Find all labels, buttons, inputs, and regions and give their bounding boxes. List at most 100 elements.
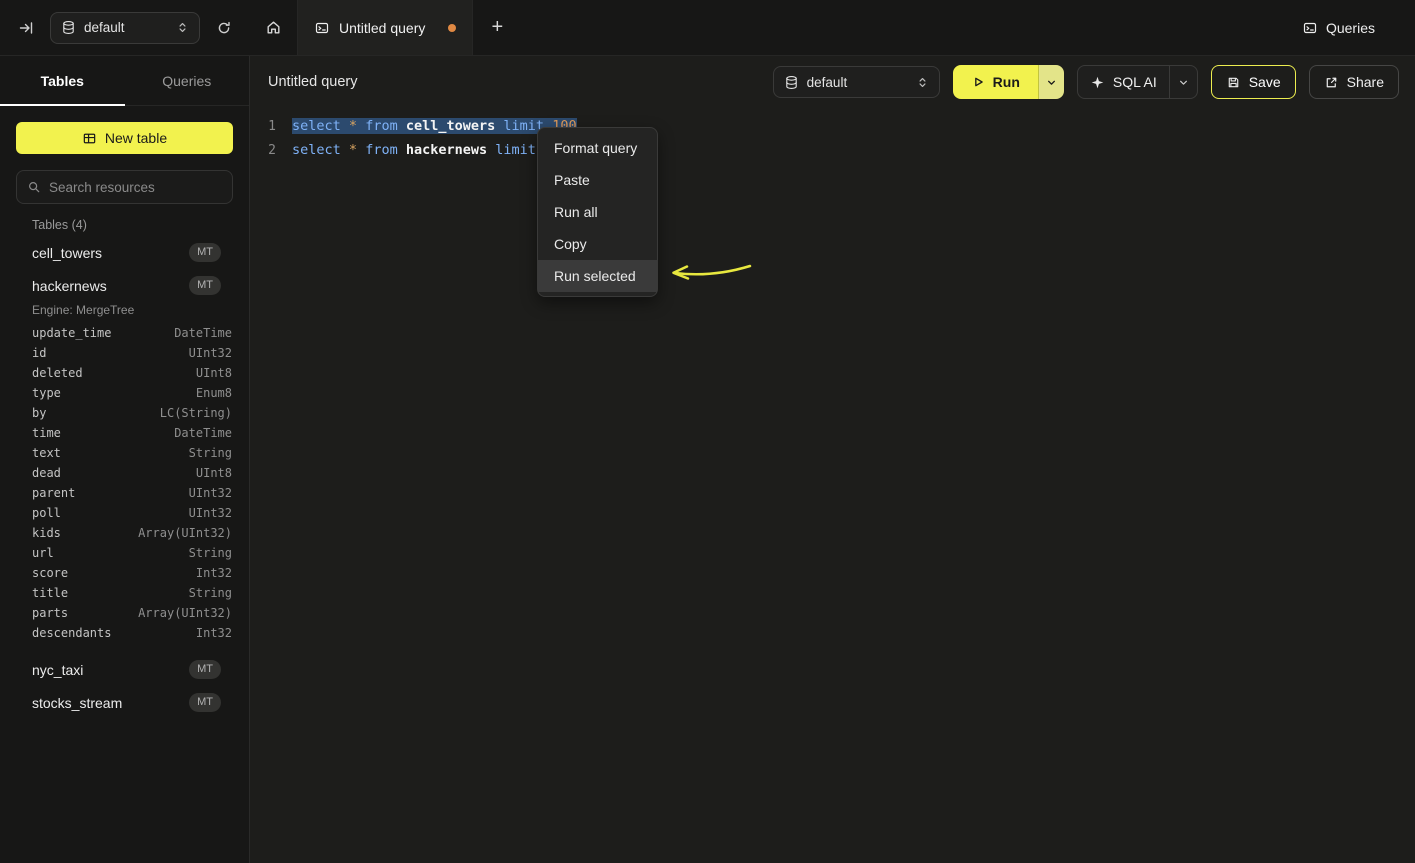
code-text: select * from hackernews limit (292, 142, 536, 158)
context-menu-item[interactable]: Paste (538, 164, 657, 196)
table-name: cell_towers (32, 245, 102, 261)
column-name: score (32, 566, 68, 580)
database-selector[interactable]: default (50, 12, 200, 44)
chevron-updown-icon (916, 76, 929, 89)
run-button[interactable]: Run (953, 65, 1038, 99)
top-bar: default Untitled query (0, 0, 1415, 56)
tab-strip: Untitled query + (250, 0, 521, 55)
column-name: kids (32, 526, 61, 540)
column-row[interactable]: dead UInt8 (32, 463, 232, 483)
search-box (16, 170, 233, 204)
table-grid-icon (82, 131, 97, 146)
query-tab-label: Untitled query (339, 20, 425, 36)
sidebar-collapse-icon (18, 20, 34, 36)
editor-line[interactable]: 1select * from cell_towers limit 100 (254, 114, 1415, 138)
column-row[interactable]: kidsArray(UInt32) (32, 523, 232, 543)
page-title: Untitled query (268, 74, 357, 90)
editor-line[interactable]: 2 select * from hackernews limit (254, 138, 1415, 162)
editor-lines: 1select * from cell_towers limit 100 2 sel… (254, 114, 1415, 162)
context-menu-item[interactable]: Run selected (538, 260, 657, 292)
column-type: UInt32 (189, 506, 232, 520)
column-row[interactable]: textString (32, 443, 232, 463)
main-panel: Untitled query default Run (250, 56, 1415, 863)
table-row-stocks-stream[interactable]: stocks_stream MT (32, 686, 232, 719)
sql-ai-button[interactable]: SQL AI (1078, 66, 1169, 98)
queries-icon (1302, 20, 1318, 36)
column-name: url (32, 546, 54, 560)
query-tab-icon (314, 20, 330, 36)
home-tab[interactable] (250, 0, 297, 55)
column-row[interactable]: scoreInt32 (32, 563, 232, 583)
queries-button-label: Queries (1326, 20, 1375, 36)
column-type: Int32 (196, 626, 232, 640)
refresh-button[interactable] (210, 14, 238, 42)
line-number: 2 (254, 143, 276, 158)
queries-button[interactable]: Queries (1302, 20, 1375, 36)
run-options-button[interactable] (1038, 65, 1064, 99)
context-menu: Format queryPasteRun allCopyRun selected (537, 127, 658, 297)
context-menu-item[interactable]: Copy (538, 228, 657, 260)
context-menu-item[interactable]: Format query (538, 132, 657, 164)
play-icon (971, 75, 985, 89)
column-name: descendants (32, 626, 111, 640)
column-row[interactable]: poll UInt32 (32, 503, 232, 523)
sidebar-tab-queries[interactable]: Queries (125, 56, 250, 105)
table-row-nyc-taxi[interactable]: nyc_taxi MT (32, 653, 232, 686)
save-button[interactable]: Save (1211, 65, 1296, 99)
collapse-sidebar-button[interactable] (12, 14, 40, 42)
column-row[interactable]: titleString (32, 583, 232, 603)
ai-sparkle-icon (1090, 75, 1105, 90)
column-type: String (189, 446, 232, 460)
column-name: parent (32, 486, 75, 500)
engine-badge: MT (189, 660, 221, 679)
column-name: deleted (32, 366, 83, 380)
sidebar-tab-tables[interactable]: Tables (0, 56, 125, 105)
column-row[interactable]: urlString (32, 543, 232, 563)
column-row[interactable]: update_timeDateTime (32, 323, 232, 343)
sql-ai-options-button[interactable] (1169, 66, 1197, 98)
tables-list: Tables (4) cell_towers MT hackernews MT … (0, 204, 249, 719)
column-type: LC(String) (160, 406, 232, 420)
column-row[interactable]: typeEnum8 (32, 383, 232, 403)
column-name: by (32, 406, 46, 420)
database-selector-value: default (84, 20, 168, 35)
column-row[interactable]: deletedUInt8 (32, 363, 232, 383)
table-row-hackernews[interactable]: hackernews MT (32, 269, 232, 302)
query-tab[interactable]: Untitled query (297, 0, 473, 55)
table-name: nyc_taxi (32, 662, 83, 678)
column-row[interactable]: idUInt32 (32, 343, 232, 363)
top-bar-left: default (0, 0, 250, 55)
top-bar-right: Queries (1302, 0, 1415, 55)
column-name: update_time (32, 326, 111, 340)
column-row[interactable]: partsArray(UInt32) (32, 603, 232, 623)
frame: Tables Queries New table Tables (4) cell… (0, 56, 1415, 863)
column-type: String (189, 586, 232, 600)
engine-badge: MT (189, 276, 221, 295)
column-row[interactable]: parentUInt32 (32, 483, 232, 503)
column-name: time (32, 426, 61, 440)
context-menu-item[interactable]: Run all (538, 196, 657, 228)
column-row[interactable]: by LC(String) (32, 403, 232, 423)
code-text: select * from cell_towers limit 100 (292, 118, 577, 134)
sql-editor[interactable]: 1select * from cell_towers limit 100 2 sel… (250, 108, 1415, 162)
column-row[interactable]: time DateTime (32, 423, 232, 443)
column-type: DateTime (174, 426, 232, 440)
home-icon (265, 19, 282, 36)
new-tab-button[interactable]: + (473, 0, 521, 55)
new-table-button[interactable]: New table (16, 122, 233, 154)
query-database-selector[interactable]: default (773, 66, 940, 98)
engine-badge: MT (189, 243, 221, 262)
save-icon (1226, 75, 1241, 90)
database-icon (784, 75, 799, 90)
search-input[interactable] (49, 180, 222, 195)
save-button-label: Save (1249, 74, 1281, 90)
column-name: poll (32, 506, 61, 520)
table-row-cell-towers[interactable]: cell_towers MT (32, 236, 232, 269)
column-type: Array(UInt32) (138, 606, 232, 620)
column-name: dead (32, 466, 61, 480)
run-split-button: Run (953, 65, 1064, 99)
column-type: UInt8 (196, 466, 232, 480)
search-icon (27, 180, 41, 194)
column-row[interactable]: descendants Int32 (32, 623, 232, 643)
share-button[interactable]: Share (1309, 65, 1399, 99)
